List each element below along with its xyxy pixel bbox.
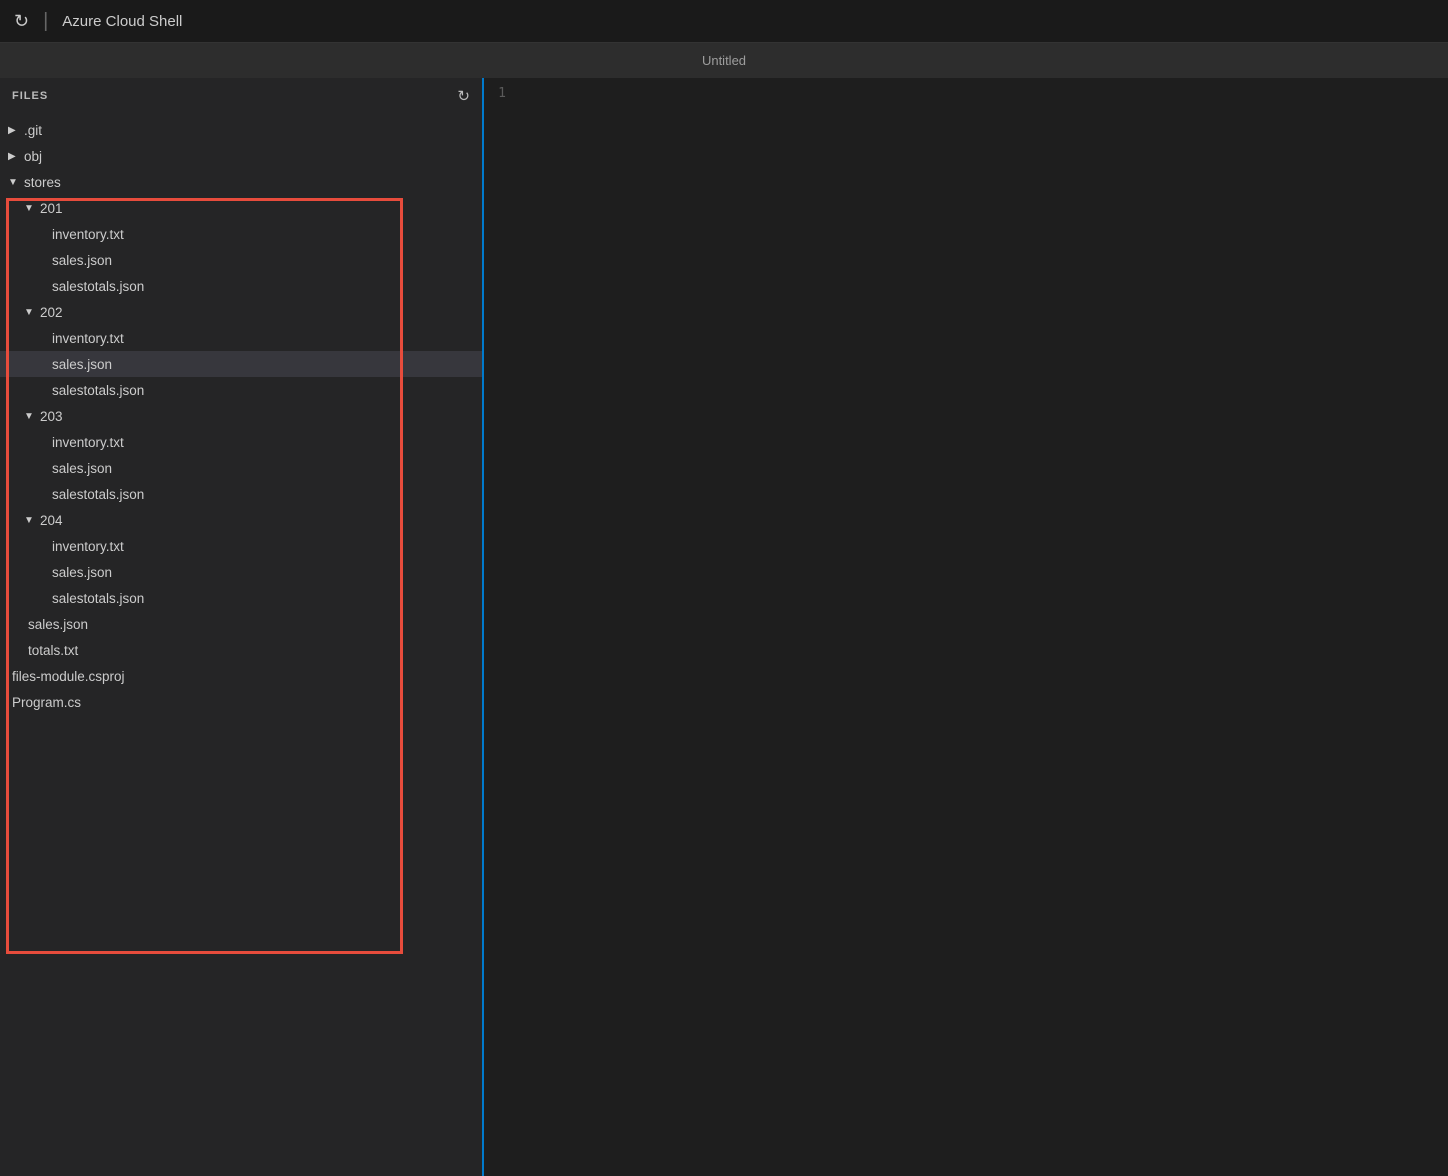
label-202-sales: sales.json	[52, 357, 112, 372]
tree-item-203-sales[interactable]: sales.json	[0, 455, 482, 481]
topbar-divider: |	[43, 10, 48, 33]
refresh-files-icon[interactable]: ↻	[457, 87, 470, 105]
tree-item-204-sales[interactable]: sales.json	[0, 559, 482, 585]
arrow-201: ▼	[24, 203, 40, 214]
line-number-1: 1	[484, 84, 522, 101]
tree-item-git[interactable]: ▶ .git	[0, 117, 482, 143]
tree-item-202-salestotals[interactable]: salestotals.json	[0, 377, 482, 403]
tree-item-201-inventory[interactable]: inventory.txt	[0, 221, 482, 247]
editor-content: 1	[484, 78, 1448, 1176]
tree-item-201[interactable]: ▼ 201	[0, 195, 482, 221]
main-area: FILES ↻ ▶ .git ▶ obj ▼ stores ▼	[0, 78, 1448, 1176]
tabbar: Untitled	[0, 43, 1448, 78]
label-204-sales: sales.json	[52, 565, 112, 580]
tree-item-201-salestotals[interactable]: salestotals.json	[0, 273, 482, 299]
tree-item-203-inventory[interactable]: inventory.txt	[0, 429, 482, 455]
label-202-inventory: inventory.txt	[52, 331, 124, 346]
tree-item-files-module[interactable]: files-module.csproj	[0, 663, 482, 689]
tree-item-203[interactable]: ▼ 203	[0, 403, 482, 429]
label-201-salestotals: salestotals.json	[52, 279, 144, 294]
tree-item-204[interactable]: ▼ 204	[0, 507, 482, 533]
line-numbers: 1	[484, 82, 532, 1176]
tree-item-program[interactable]: Program.cs	[0, 689, 482, 715]
label-201-sales: sales.json	[52, 253, 112, 268]
arrow-202: ▼	[24, 307, 40, 318]
label-204-salestotals: salestotals.json	[52, 591, 144, 606]
label-203-salestotals: salestotals.json	[52, 487, 144, 502]
tree-item-stores-sales[interactable]: sales.json	[0, 611, 482, 637]
label-201: 201	[40, 201, 63, 216]
tree-item-204-inventory[interactable]: inventory.txt	[0, 533, 482, 559]
arrow-git: ▶	[8, 125, 24, 136]
label-stores: stores	[24, 175, 61, 190]
file-explorer: FILES ↻ ▶ .git ▶ obj ▼ stores ▼	[0, 78, 484, 1176]
tree-item-202-sales[interactable]: sales.json	[0, 351, 482, 377]
label-204-inventory: inventory.txt	[52, 539, 124, 554]
tree-item-202-inventory[interactable]: inventory.txt	[0, 325, 482, 351]
tab-title: Untitled	[702, 53, 746, 68]
tree-item-204-salestotals[interactable]: salestotals.json	[0, 585, 482, 611]
label-204: 204	[40, 513, 63, 528]
editor-body[interactable]	[532, 82, 1448, 1176]
files-header: FILES ↻	[0, 78, 482, 113]
topbar: ↻ | Azure Cloud Shell	[0, 0, 1448, 43]
arrow-203: ▼	[24, 411, 40, 422]
label-202: 202	[40, 305, 63, 320]
file-tree: ▶ .git ▶ obj ▼ stores ▼ 201 inventory.tx…	[0, 113, 482, 1176]
tree-item-202[interactable]: ▼ 202	[0, 299, 482, 325]
files-label: FILES	[12, 90, 48, 102]
label-files-module: files-module.csproj	[12, 669, 125, 684]
tree-item-stores[interactable]: ▼ stores	[0, 169, 482, 195]
label-202-salestotals: salestotals.json	[52, 383, 144, 398]
label-obj: obj	[24, 149, 42, 164]
tree-item-201-sales[interactable]: sales.json	[0, 247, 482, 273]
refresh-icon[interactable]: ↻	[14, 11, 29, 32]
arrow-obj: ▶	[8, 151, 24, 162]
topbar-title: Azure Cloud Shell	[62, 13, 182, 30]
label-201-inventory: inventory.txt	[52, 227, 124, 242]
arrow-204: ▼	[24, 515, 40, 526]
label-203: 203	[40, 409, 63, 424]
tree-item-stores-totals[interactable]: totals.txt	[0, 637, 482, 663]
arrow-stores: ▼	[8, 177, 24, 188]
label-stores-sales: sales.json	[28, 617, 88, 632]
tree-item-obj[interactable]: ▶ obj	[0, 143, 482, 169]
tree-item-203-salestotals[interactable]: salestotals.json	[0, 481, 482, 507]
label-stores-totals: totals.txt	[28, 643, 78, 658]
label-git: .git	[24, 123, 42, 138]
label-203-sales: sales.json	[52, 461, 112, 476]
label-program: Program.cs	[12, 695, 81, 710]
editor-area: 1	[484, 78, 1448, 1176]
label-203-inventory: inventory.txt	[52, 435, 124, 450]
